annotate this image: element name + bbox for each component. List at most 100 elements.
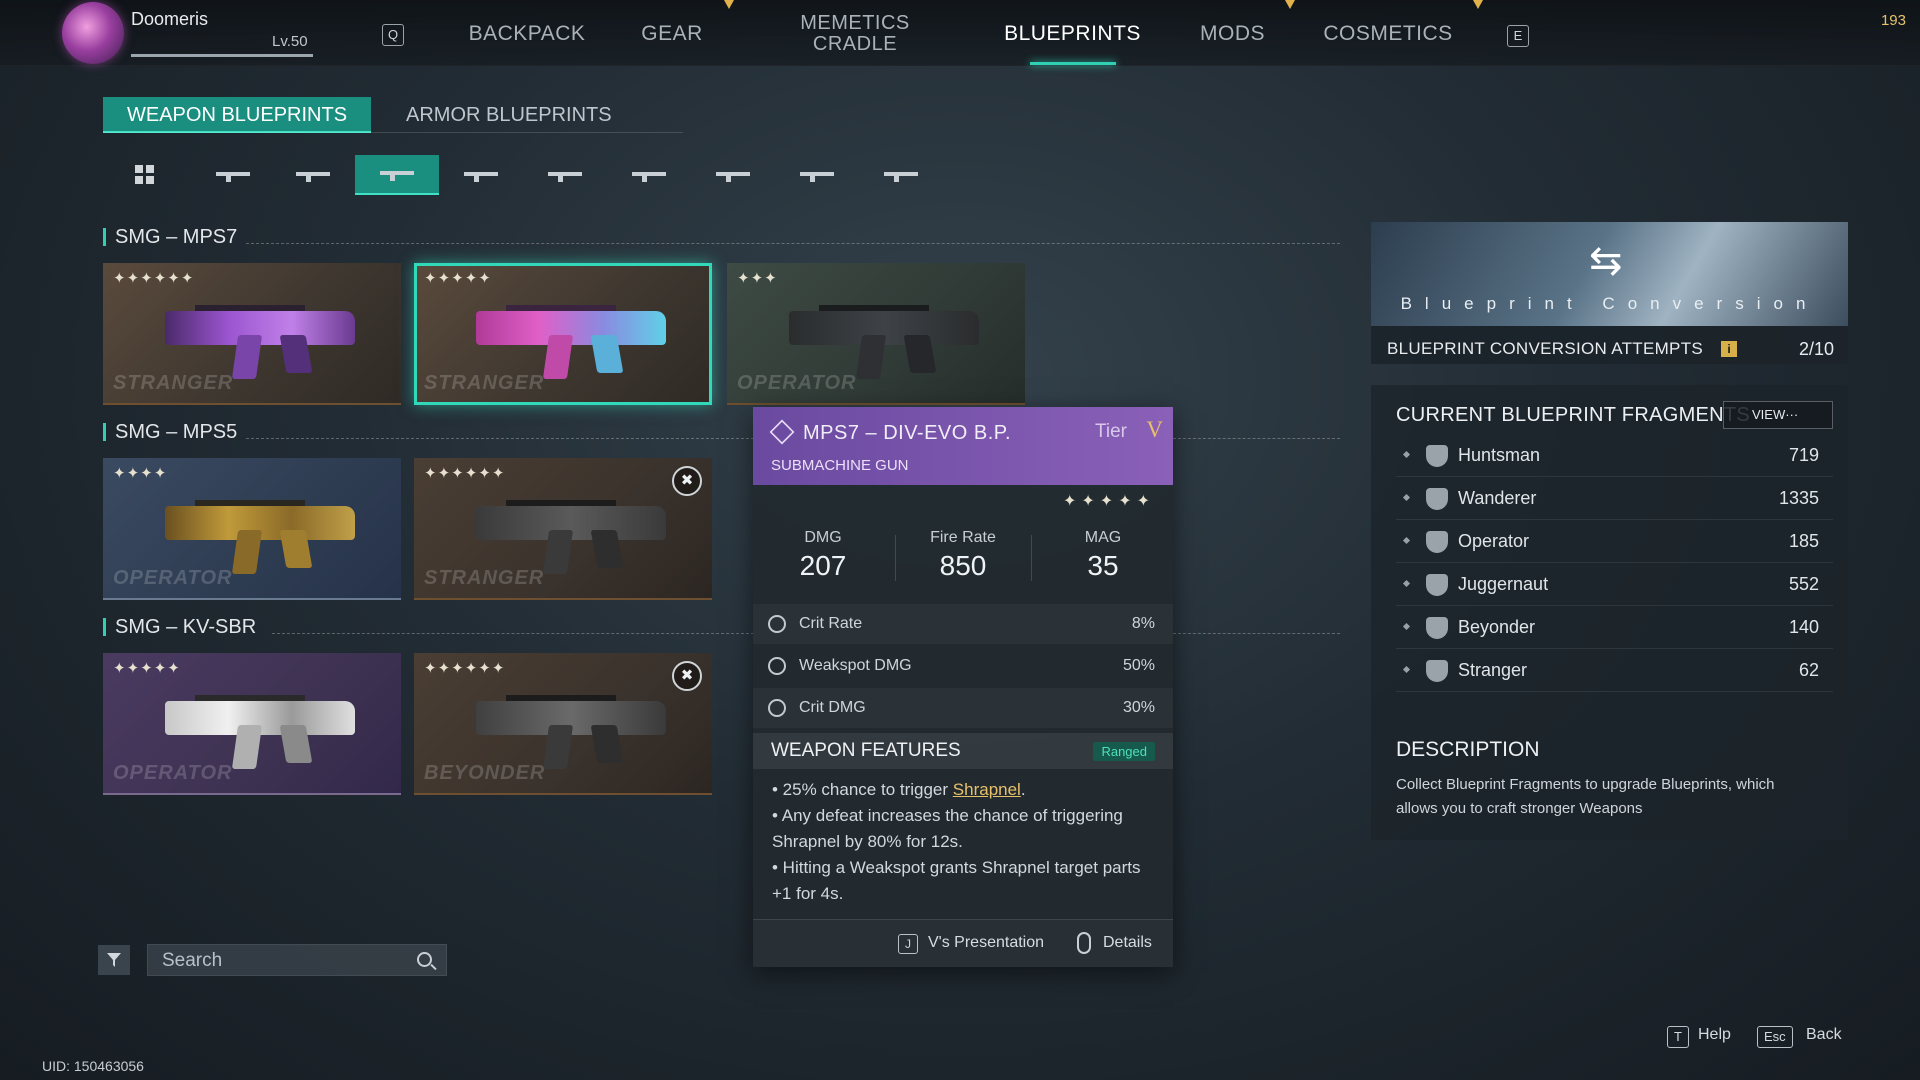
nav-next-key[interactable]: E xyxy=(1507,25,1529,47)
tier-value: V xyxy=(1146,417,1163,442)
help-button[interactable]: Help xyxy=(1698,1026,1731,1044)
blueprint-detail-panel: MPS7 – DIV-EVO B.P. SUBMACHINE GUN Tier … xyxy=(753,407,1173,967)
blueprint-card-selected[interactable]: ✦✦✦✦✦ STRANGER xyxy=(414,263,712,405)
weapon-image xyxy=(476,500,676,574)
tab-weapon-blueprints[interactable]: WEAPON BLUEPRINTS xyxy=(103,97,372,133)
description-text: Collect Blueprint Fragments to upgrade B… xyxy=(1396,776,1775,817)
feature-line: • Hitting a Weakspot grants Shrapnel tar… xyxy=(772,858,1141,903)
stat-fire-rate: Fire Rate 850 xyxy=(930,529,996,581)
conversion-attempts-value: 2/10 xyxy=(1798,339,1834,359)
filter-button[interactable] xyxy=(98,945,130,975)
blueprint-card[interactable]: ✦✦✦✦✦✦ STRANGER xyxy=(103,263,401,405)
weapon-image xyxy=(476,305,676,379)
blueprint-card[interactable]: ✦✦✦✦✦✦ BEYONDER ✖ xyxy=(414,653,712,795)
ranged-badge: Ranged xyxy=(1093,742,1155,761)
huntsman-icon xyxy=(1426,445,1448,467)
blueprint-conversion-panel[interactable]: ⇆ Blueprint Conversion BLUEPRINT CONVERS… xyxy=(1371,222,1848,364)
tab-memetics-cradle[interactable]: MEMETICS CRADLE xyxy=(780,13,930,55)
detail-header: MPS7 – DIV-EVO B.P. SUBMACHINE GUN Tier … xyxy=(753,407,1173,485)
fragment-row: Operator 185 xyxy=(1396,520,1833,563)
top-counter: 193 xyxy=(1880,12,1906,29)
category-smg-icon[interactable] xyxy=(355,155,439,195)
nav-prev-key[interactable]: Q xyxy=(382,24,404,46)
category-lmg-icon[interactable] xyxy=(607,155,691,195)
substat-row: Crit Rate 8% xyxy=(753,604,1173,644)
card-watermark: OPERATOR xyxy=(113,762,233,784)
category-heavy-icon[interactable] xyxy=(775,155,859,195)
notification-marker xyxy=(1473,0,1483,9)
wanderer-icon xyxy=(1426,488,1448,510)
view-button[interactable]: VIEW··· xyxy=(1723,401,1833,429)
card-watermark: OPERATOR xyxy=(737,372,857,394)
blueprint-card[interactable]: ✦✦✦ OPERATOR xyxy=(727,263,1025,405)
weapon-image xyxy=(789,305,989,379)
tab-gear[interactable]: GEAR xyxy=(632,22,712,46)
weapon-type: SUBMACHINE GUN xyxy=(771,457,909,474)
fragment-row: Juggernaut 552 xyxy=(1396,563,1833,606)
shrapnel-link[interactable]: Shrapnel xyxy=(953,780,1021,799)
card-watermark: BEYONDER xyxy=(424,762,546,784)
category-shotgun-icon[interactable] xyxy=(271,155,355,195)
help-key[interactable]: T xyxy=(1667,1026,1689,1048)
player-avatar[interactable] xyxy=(62,2,124,64)
rarity-stars: ✦✦✦ xyxy=(737,270,778,287)
section-divider xyxy=(1173,438,1340,439)
blueprint-card[interactable]: ✦✦✦✦✦✦ STRANGER ✖ xyxy=(414,458,712,600)
category-sniper-icon[interactable] xyxy=(859,155,943,195)
details-button[interactable]: Details xyxy=(1103,934,1152,952)
tab-backpack[interactable]: BACKPACK xyxy=(462,22,592,46)
locked-icon: ✖ xyxy=(672,466,702,496)
section-divider xyxy=(1173,633,1340,634)
card-watermark: STRANGER xyxy=(424,567,545,589)
category-all-icon[interactable] xyxy=(103,155,187,195)
active-tab-indicator xyxy=(1030,62,1116,65)
blueprint-name: MPS7 – DIV-EVO B.P. xyxy=(803,422,1012,444)
category-battle-rifle-icon[interactable] xyxy=(523,155,607,195)
feature-line: • 25% chance to trigger Shrapnel. xyxy=(772,780,1026,799)
weapon-features-header: WEAPON FEATURES Ranged xyxy=(753,733,1173,769)
section-divider xyxy=(246,438,754,439)
search-icon[interactable] xyxy=(417,952,432,967)
weapon-image xyxy=(476,695,676,769)
rarity-stars: ✦✦✦✦✦ xyxy=(424,270,492,287)
weapon-image xyxy=(165,695,365,769)
presentation-button[interactable]: V's Presentation xyxy=(928,934,1044,952)
section-divider xyxy=(246,243,1340,244)
filter-icon xyxy=(107,953,121,967)
info-icon[interactable]: i xyxy=(1721,341,1737,357)
feature-line: • Any defeat increases the chance of tri… xyxy=(772,806,1123,851)
category-assault-rifle-icon[interactable] xyxy=(439,155,523,195)
detail-footer: J V's Presentation Details xyxy=(753,919,1173,967)
subtab-divider xyxy=(103,132,683,133)
stat-mag: MAG 35 xyxy=(1084,529,1122,581)
blueprint-card[interactable]: ✦✦✦✦✦ OPERATOR xyxy=(103,653,401,795)
blueprint-card[interactable]: ✦✦✦✦ OPERATOR xyxy=(103,458,401,600)
weapon-image xyxy=(165,305,365,379)
tab-armor-blueprints[interactable]: ARMOR BLUEPRINTS xyxy=(382,97,636,133)
tab-blueprints[interactable]: BLUEPRINTS xyxy=(995,22,1150,46)
blueprint-icon xyxy=(769,419,795,445)
tab-mods[interactable]: MODS xyxy=(1190,22,1275,46)
fragment-row: Huntsman 719 xyxy=(1396,434,1833,477)
tab-cosmetics[interactable]: COSMETICS xyxy=(1318,22,1458,46)
xp-bar xyxy=(131,54,313,57)
presentation-key[interactable]: J xyxy=(898,934,918,954)
rarity-stars: ✦✦✦✦ xyxy=(113,465,168,482)
notification-marker xyxy=(1285,0,1295,9)
card-watermark: STRANGER xyxy=(424,372,545,394)
tier-label: Tier xyxy=(1094,421,1127,442)
conversion-attempts-label: BLUEPRINT CONVERSION ATTEMPTS xyxy=(1387,339,1704,358)
section-title-kv-sbr: SMG – KV-SBR xyxy=(103,617,256,637)
category-pistol-icon[interactable] xyxy=(187,155,271,195)
back-button[interactable]: Back xyxy=(1806,1026,1842,1044)
category-launcher-icon[interactable] xyxy=(691,155,775,195)
fragments-title: CURRENT BLUEPRINT FRAGMENTS xyxy=(1396,404,1751,426)
stat-divider xyxy=(1031,535,1032,581)
back-key[interactable]: Esc xyxy=(1757,1026,1793,1048)
mouse-icon xyxy=(1077,932,1091,954)
player-level: Lv.50 xyxy=(272,33,308,50)
weapon-image xyxy=(165,500,365,574)
card-watermark: OPERATOR xyxy=(113,567,233,589)
search-input[interactable]: Search xyxy=(147,944,447,976)
conversion-arrows-icon: ⇆ xyxy=(1589,239,1623,283)
